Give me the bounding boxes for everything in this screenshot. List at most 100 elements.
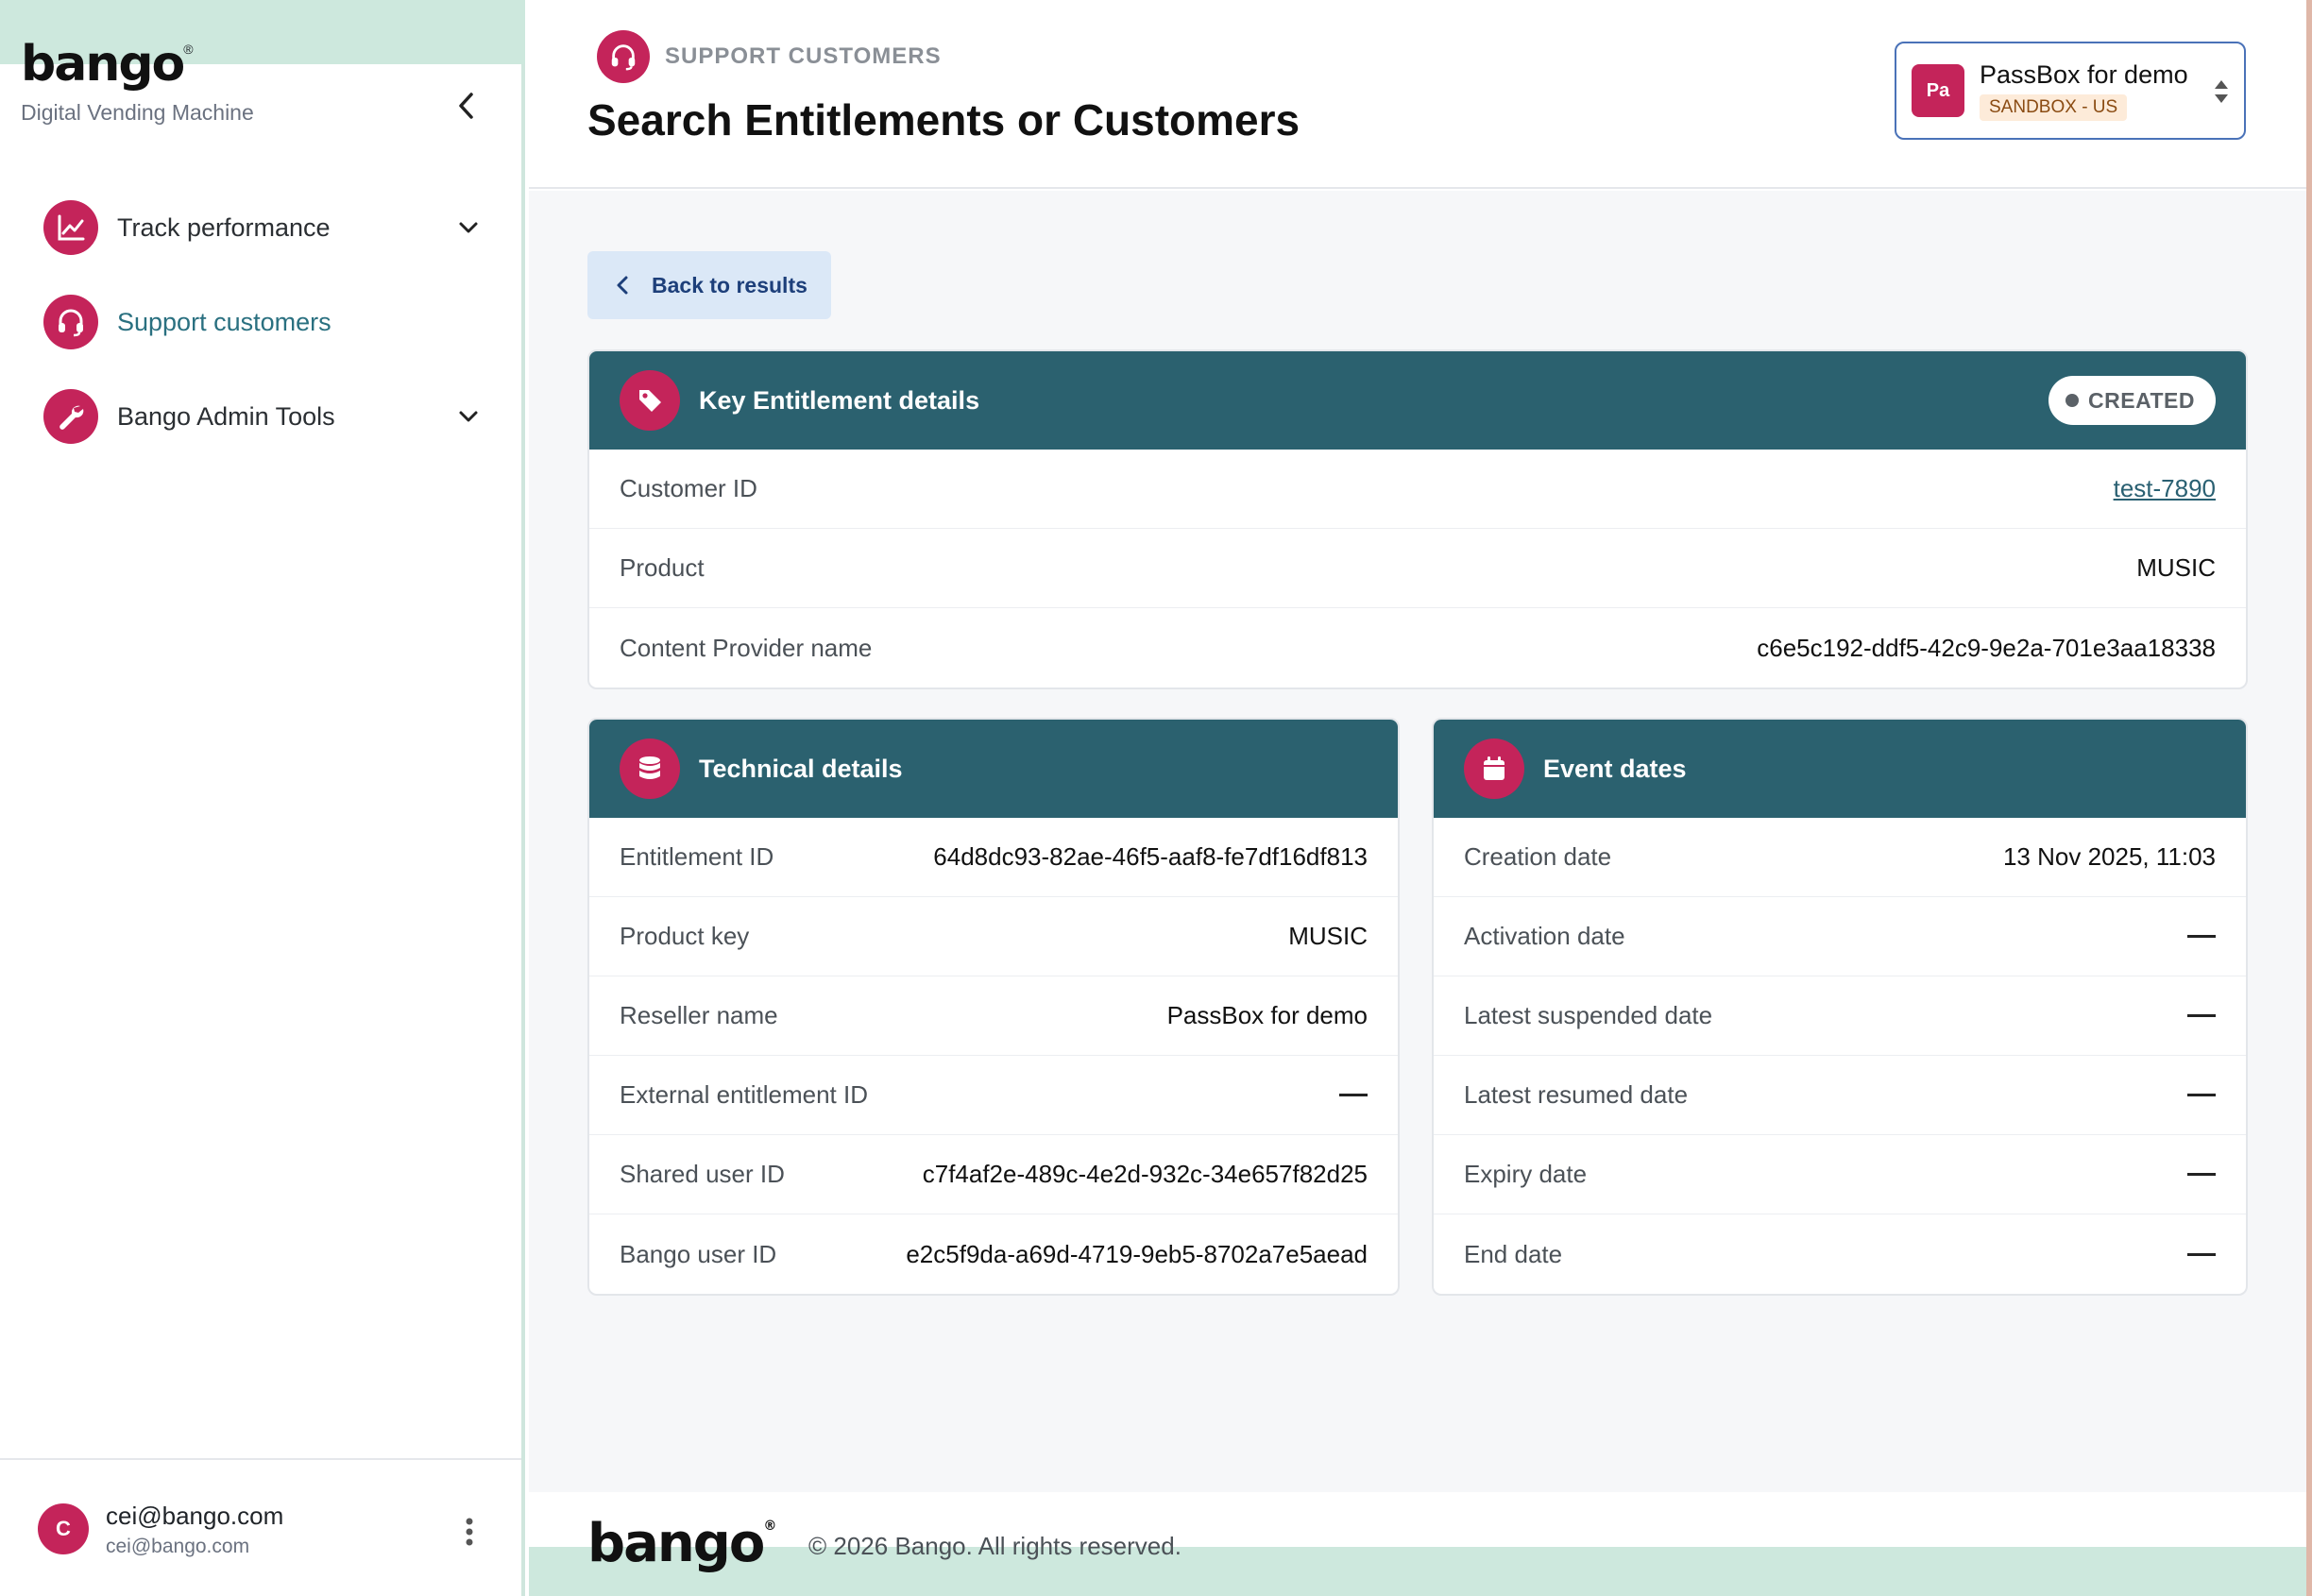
card-title: Key Entitlement details [699, 385, 980, 415]
detail-row-activation-date: Activation date [1434, 897, 2246, 976]
footer-band [529, 1547, 2306, 1596]
tenant-selector[interactable]: Pa PassBox for demo SANDBOX - US [1895, 42, 2246, 140]
avatar[interactable]: C [38, 1503, 89, 1554]
detail-row-end-date: End date [1434, 1214, 2246, 1294]
copyright-text: © 2026 Bango. All rights reserved. [808, 1532, 1182, 1560]
footer-logo-text: bango [587, 1513, 765, 1574]
sidebar-item-track-performance[interactable]: Track performance [43, 200, 487, 255]
chevron-down-icon [450, 221, 487, 234]
window-edge [2306, 0, 2312, 1596]
chevron-down-icon [450, 410, 487, 423]
row-label: Content Provider name [620, 633, 873, 662]
status-text: CREATED [2088, 387, 2195, 413]
page-header: SUPPORT CUSTOMERS Search Entitlements or… [529, 0, 2306, 189]
technical-details-card: Technical details Entitlement ID 64d8dc9… [587, 718, 1400, 1296]
tag-icon [620, 370, 680, 431]
row-value: c7f4af2e-489c-4e2d-932c-34e657f82d25 [922, 1160, 1368, 1188]
row-value: c6e5c192-ddf5-42c9-9e2a-701e3aa18338 [1757, 633, 2216, 662]
row-value: e2c5f9da-a69d-4719-9eb5-8702a7e5aead [906, 1239, 1368, 1268]
chevron-left-icon [459, 93, 473, 119]
back-to-results-button[interactable]: Back to results [587, 251, 831, 319]
collapse-sidebar-button[interactable] [448, 87, 485, 125]
customer-id-link[interactable]: test-7890 [2114, 474, 2216, 503]
page-title: Search Entitlements or Customers [587, 95, 1300, 144]
empty-value-dash [2187, 1094, 2216, 1096]
sidebar-item-bango-admin-tools[interactable]: Bango Admin Tools [43, 389, 487, 444]
user-menu-button[interactable] [455, 1513, 484, 1551]
detail-row-customer-id: Customer ID test-7890 [589, 450, 2246, 529]
row-label: Product key [620, 922, 750, 950]
row-value: MUSIC [1288, 922, 1368, 950]
detail-row-content-provider: Content Provider name c6e5c192-ddf5-42c9… [589, 608, 2246, 688]
user-email: cei@bango.com [106, 1536, 250, 1557]
sidebar-nav: Track performance Support customers Bang… [43, 200, 487, 484]
row-value: 64d8dc93-82ae-46f5-aaf8-fe7df16df813 [933, 842, 1368, 871]
event-dates-card: Event dates Creation date 13 Nov 2025, 1… [1432, 718, 2248, 1296]
row-value: PassBox for demo [1166, 1001, 1368, 1029]
page-footer: bango® © 2026 Bango. All rights reserved… [529, 1492, 2306, 1596]
tenant-avatar: Pa [1912, 64, 1964, 117]
detail-row-shared-user-id: Shared user ID c7f4af2e-489c-4e2d-932c-3… [589, 1135, 1398, 1214]
sidebar-item-label: Support customers [117, 307, 332, 336]
row-value: MUSIC [2136, 553, 2216, 582]
row-label: Creation date [1464, 842, 1612, 871]
logo-registered-mark: ® [183, 42, 194, 57]
row-label: Shared user ID [620, 1160, 785, 1188]
back-button-label: Back to results [652, 272, 808, 297]
sidebar-item-label: Track performance [117, 212, 331, 242]
row-label: Bango user ID [620, 1239, 777, 1268]
user-profile: C cei@bango.com cei@bango.com [0, 1458, 521, 1596]
detail-row-bango-user-id: Bango user ID e2c5f9da-a69d-4719-9eb5-87… [589, 1214, 1398, 1294]
card-title: Technical details [699, 754, 903, 783]
tenant-name: PassBox for demo [1980, 60, 2188, 89]
detail-row-reseller-name: Reseller name PassBox for demo [589, 976, 1398, 1056]
row-label: Customer ID [620, 474, 757, 502]
status-badge: CREATED [2048, 376, 2216, 425]
row-label: Activation date [1464, 922, 1625, 950]
empty-value-dash [1339, 1094, 1368, 1096]
empty-value-dash [2187, 1252, 2216, 1256]
status-dot-icon [2066, 394, 2080, 407]
empty-value-dash [2187, 1014, 2216, 1017]
row-label: Latest suspended date [1464, 1001, 1713, 1029]
detail-row-latest-resumed-date: Latest resumed date [1434, 1056, 2246, 1135]
headset-icon [43, 295, 98, 349]
row-label: Product [620, 553, 705, 582]
headset-icon [597, 30, 650, 83]
footer-logo-registered-mark: ® [763, 1519, 776, 1534]
key-entitlement-card: Key Entitlement details CREATED Customer… [587, 349, 2248, 689]
breadcrumb: SUPPORT CUSTOMERS [665, 43, 942, 69]
detail-row-expiry-date: Expiry date [1434, 1135, 2246, 1214]
detail-row-product: Product MUSIC [589, 529, 2246, 608]
empty-value-dash [2187, 935, 2216, 938]
card-title: Event dates [1543, 754, 1687, 783]
chevron-left-icon [616, 275, 629, 296]
row-label: External entitlement ID [620, 1080, 869, 1109]
detail-row-external-entitlement-id: External entitlement ID [589, 1056, 1398, 1135]
sidebar-item-support-customers[interactable]: Support customers [43, 295, 487, 349]
card-header: Event dates [1434, 720, 2246, 818]
detail-row-creation-date: Creation date 13 Nov 2025, 11:03 [1434, 818, 2246, 897]
detail-row-product-key: Product key MUSIC [589, 897, 1398, 976]
detail-row-latest-suspended-date: Latest suspended date [1434, 976, 2246, 1056]
main-content: Back to results Key Entitlement details … [529, 191, 2306, 1492]
chart-line-icon [43, 200, 98, 255]
bango-logo[interactable]: bango® [21, 36, 194, 93]
card-header: Technical details [589, 720, 1398, 818]
row-label: Latest resumed date [1464, 1080, 1689, 1109]
footer-logo: bango® [587, 1513, 776, 1574]
empty-value-dash [2187, 1173, 2216, 1176]
app-subtitle: Digital Vending Machine [21, 100, 254, 125]
row-value: 13 Nov 2025, 11:03 [2002, 842, 2216, 871]
card-header: Key Entitlement details CREATED [589, 351, 2246, 450]
user-name: cei@bango.com [106, 1502, 284, 1530]
sidebar-item-label: Bango Admin Tools [117, 401, 335, 431]
calendar-icon [1464, 739, 1524, 799]
row-label: Expiry date [1464, 1160, 1588, 1188]
row-label: End date [1464, 1239, 1563, 1268]
more-vertical-icon [466, 1518, 473, 1546]
sort-arrows-icon [2212, 77, 2231, 110]
row-label: Reseller name [620, 1001, 778, 1029]
database-icon [620, 739, 680, 799]
logo-text: bango [21, 36, 185, 93]
